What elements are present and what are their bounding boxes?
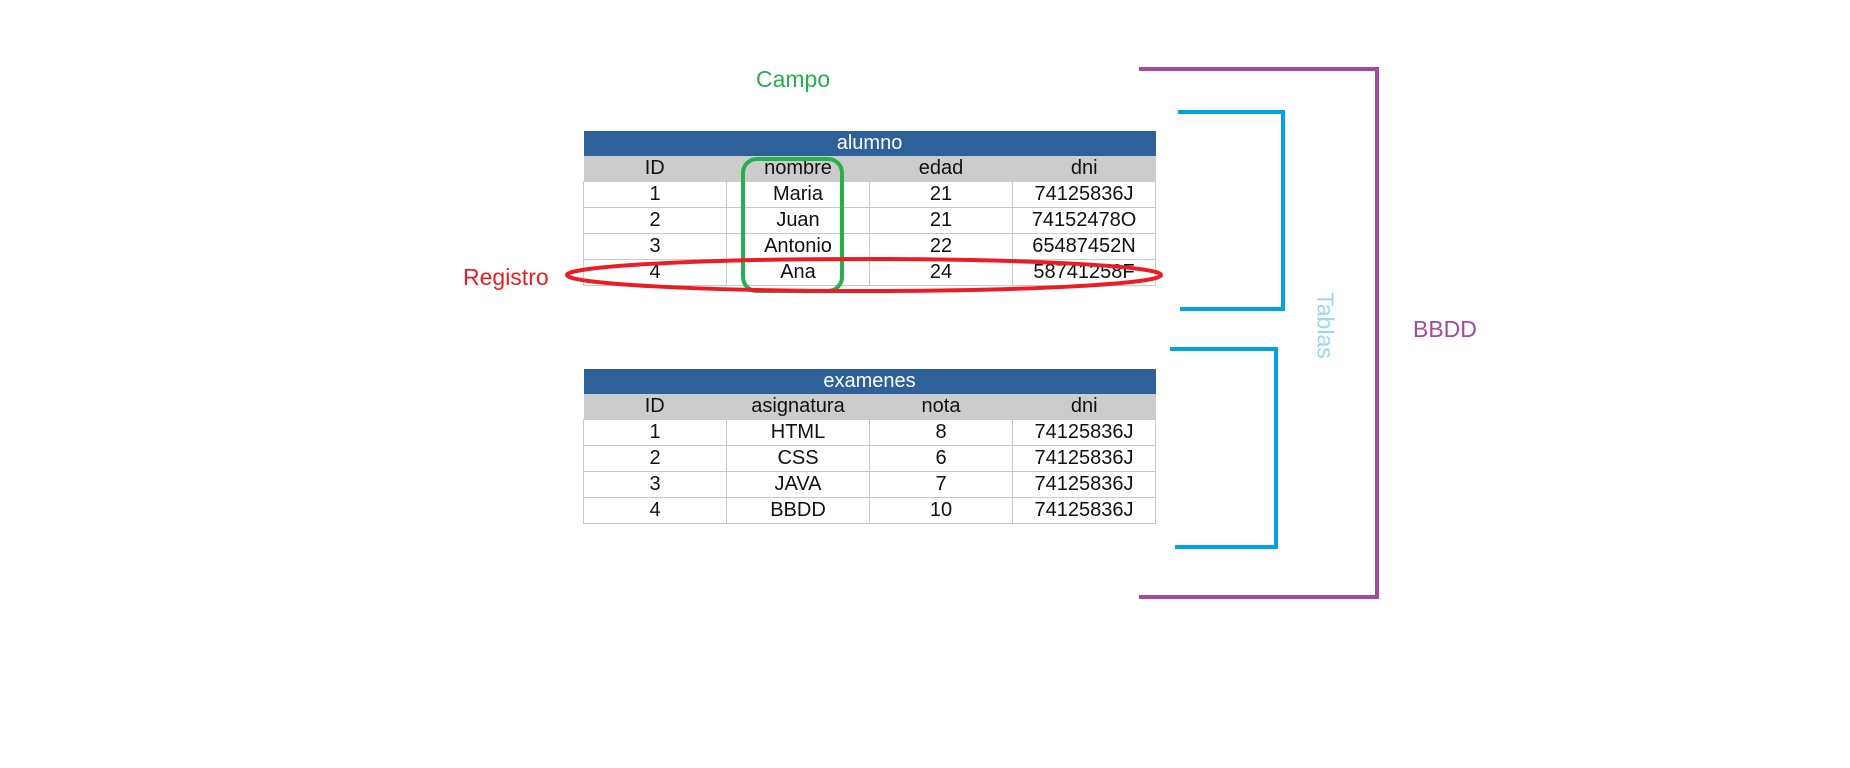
- table-cell: 65487452N: [1011, 233, 1157, 260]
- table-title: alumno: [583, 131, 1156, 156]
- table-cell: 6: [869, 445, 1013, 472]
- table-cell: 1: [583, 419, 727, 446]
- table-cell: 1: [583, 181, 727, 208]
- bbdd-label: BBDD: [1413, 316, 1477, 342]
- table-cell: HTML: [726, 419, 870, 446]
- column-header: edad: [869, 156, 1013, 182]
- table-cell: Ana: [726, 259, 870, 286]
- table-cell: 3: [583, 233, 727, 260]
- table-cell: Maria: [726, 181, 870, 208]
- table-title: examenes: [583, 369, 1156, 394]
- table-cell: 21: [869, 207, 1013, 234]
- tablas-bracket-bottom: [1170, 347, 1278, 549]
- table-cell: JAVA: [726, 471, 870, 498]
- table-cell: 74125836J: [1011, 471, 1157, 498]
- table-row: 2 CSS 6 74125836J: [583, 445, 1157, 472]
- table-cell: 22: [869, 233, 1013, 260]
- tablas-bracket-top: [1178, 110, 1285, 311]
- column-header: dni: [1011, 394, 1156, 420]
- column-header: nota: [869, 394, 1013, 420]
- table-cell: 74125836J: [1011, 181, 1157, 208]
- column-header: dni: [1011, 156, 1156, 182]
- table-cell: 2: [583, 445, 727, 472]
- table-cell: 74125836J: [1011, 497, 1157, 524]
- table-cell: BBDD: [726, 497, 870, 524]
- table-cell: 3: [583, 471, 727, 498]
- registro-label: Registro: [463, 264, 549, 290]
- table-cell: Juan: [726, 207, 870, 234]
- examenes-table: examenes ID asignatura nota dni 1 HTML 8…: [583, 369, 1157, 524]
- table-cell: 74125836J: [1011, 445, 1157, 472]
- table-cell: 21: [869, 181, 1013, 208]
- column-header: asignatura: [726, 394, 870, 420]
- table-cell: 74125836J: [1011, 419, 1157, 446]
- column-header: nombre: [726, 156, 870, 182]
- table-cell: 24: [869, 259, 1013, 286]
- alumno-table: alumno ID nombre edad dni 1 Maria 21 741…: [583, 131, 1157, 286]
- column-header: ID: [583, 156, 727, 182]
- table-row: 3 Antonio 22 65487452N: [583, 233, 1157, 260]
- table-cell: 74152478O: [1011, 207, 1157, 234]
- campo-label: Campo: [756, 66, 831, 92]
- table-row: 4 BBDD 10 74125836J: [583, 497, 1157, 524]
- table-cell: 4: [583, 259, 727, 286]
- table-cell: 7: [869, 471, 1013, 498]
- column-header: ID: [583, 394, 727, 420]
- table-row: 2 Juan 21 74152478O: [583, 207, 1157, 234]
- table-cell: 8: [869, 419, 1013, 446]
- table-row: 1 Maria 21 74125836J: [583, 181, 1157, 208]
- tablas-label: Tablas: [1312, 292, 1339, 359]
- table-row: 4 Ana 24 58741258F: [583, 259, 1157, 286]
- table-cell: 2: [583, 207, 727, 234]
- table-cell: Antonio: [726, 233, 870, 260]
- table-row: 1 HTML 8 74125836J: [583, 419, 1157, 446]
- table-cell: CSS: [726, 445, 870, 472]
- table-cell: 58741258F: [1011, 259, 1157, 286]
- table-cell: 4: [583, 497, 727, 524]
- table-cell: 10: [869, 497, 1013, 524]
- bbdd-bracket: [1139, 67, 1379, 599]
- table-row: 3 JAVA 7 74125836J: [583, 471, 1157, 498]
